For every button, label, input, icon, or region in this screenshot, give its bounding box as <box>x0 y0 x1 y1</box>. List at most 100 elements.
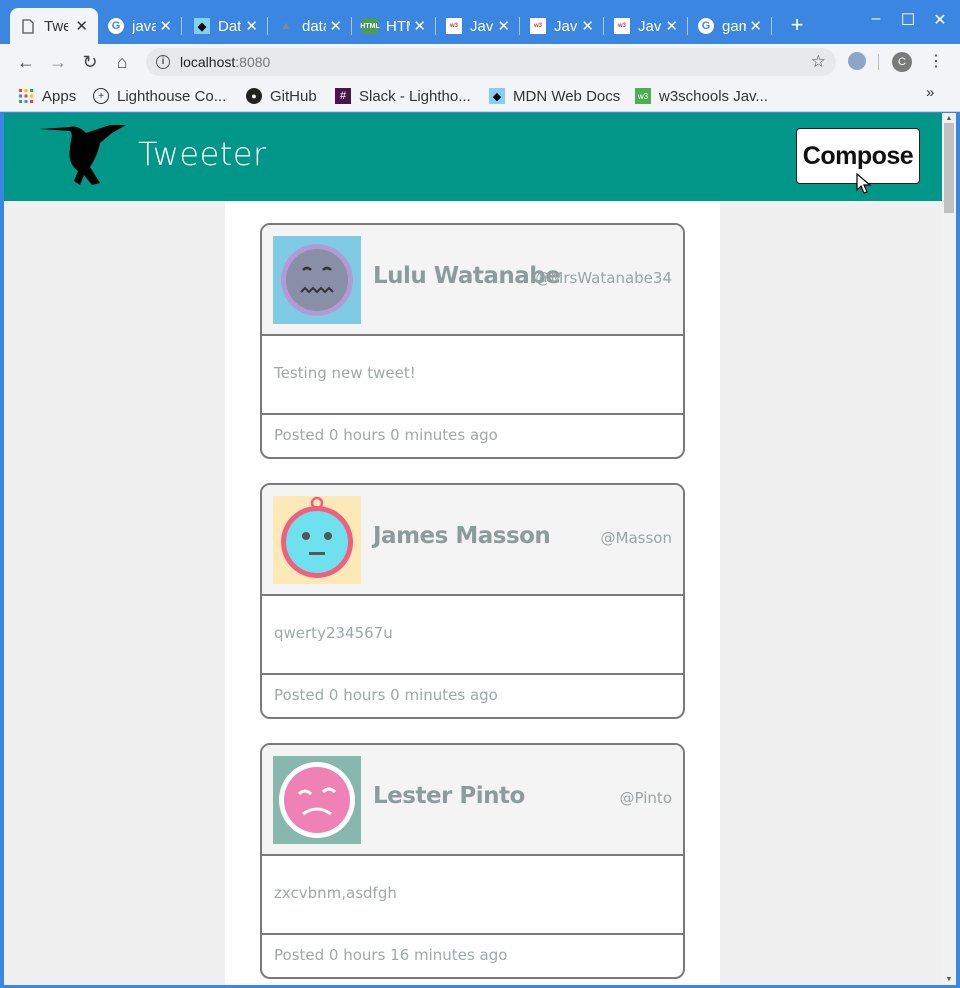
tweet-header: Lester Pinto @Pinto <box>262 745 683 856</box>
avatar <box>273 756 361 844</box>
tweet-handle: @Pinto <box>619 789 672 807</box>
home-icon[interactable]: ⌂ <box>110 50 134 74</box>
mdn-icon: ◆ <box>194 18 210 34</box>
tab-separator <box>181 17 182 35</box>
tab-title: Tweeter <box>44 17 68 35</box>
bookmark-github[interactable]: ● GitHub <box>246 85 317 107</box>
more-bookmarks-icon[interactable]: » <box>926 84 934 101</box>
google-icon: G <box>108 18 124 34</box>
minimize-icon[interactable]: – <box>866 10 886 28</box>
close-tab-icon[interactable]: ✕ <box>329 17 342 35</box>
page-icon <box>20 18 36 34</box>
page-scrollbar[interactable]: ▲ ▼ <box>942 113 956 985</box>
close-tab-icon[interactable]: ✕ <box>749 17 762 35</box>
maximize-icon[interactable]: ☐ <box>898 10 918 30</box>
back-arrow-icon[interactable]: ← <box>14 50 38 74</box>
apps-grid-icon <box>18 88 34 104</box>
close-tab-icon[interactable]: ✕ <box>665 17 678 35</box>
tab-title: JavaScript <box>554 17 578 35</box>
close-tab-icon[interactable]: ✕ <box>75 17 88 35</box>
tab-tweeter[interactable]: Tweeter ✕ <box>10 8 98 44</box>
tab-title: game <box>722 17 746 35</box>
reload-icon[interactable]: ↻ <box>78 50 102 74</box>
tweet-header: Lulu Watanabe @MrsWatanabe34 <box>262 225 683 336</box>
slack-icon: # <box>335 88 351 104</box>
bookmark-mdn[interactable]: ◆ MDN Web Docs <box>489 85 620 107</box>
app-header: Tweeter Compose <box>4 113 942 201</box>
mdn-icon: ◆ <box>489 88 505 104</box>
close-tab-icon[interactable]: ✕ <box>159 17 172 35</box>
new-tab-button[interactable]: + <box>786 12 808 38</box>
bookmark-lighthouse[interactable]: + Lighthouse Co... <box>93 85 226 107</box>
tab-title: Data <box>218 17 242 35</box>
tweet-author-name: James Masson <box>373 523 551 549</box>
tab-javascript-1[interactable]: w3 JavaScript ✕ <box>436 8 520 44</box>
bookmark-slack[interactable]: # Slack - Lightho... <box>335 85 471 107</box>
bookmark-star-icon[interactable]: ☆ <box>811 52 826 72</box>
tweet-timestamp: Posted 0 hours 0 minutes ago <box>274 686 498 704</box>
bookmark-apps[interactable]: Apps <box>18 85 76 107</box>
url-text: localhost:8080 <box>180 54 270 70</box>
tweet-author-name: Lulu Watanabe <box>373 263 561 289</box>
tweet-body: Testing new tweet! <box>262 336 683 415</box>
close-window-icon[interactable]: ✕ <box>930 10 950 30</box>
bookmark-label: MDN Web Docs <box>513 87 621 105</box>
tab-javascript-2[interactable]: w3 JavaScript ✕ <box>520 8 604 44</box>
close-tab-icon[interactable]: ✕ <box>413 17 426 35</box>
tweet-body: qwerty234567u <box>262 596 683 675</box>
bookmark-label: Lighthouse Co... <box>117 87 227 105</box>
tab-title: javascript <box>132 17 156 35</box>
tweet-footer: Posted 0 hours 16 minutes ago <box>262 935 683 977</box>
tweet-text: Testing new tweet! <box>274 364 416 382</box>
tab-javascript-3[interactable]: w3 JavaScript ✕ <box>604 8 688 44</box>
html-icon: HTML <box>360 18 380 34</box>
tweet-text: qwerty234567u <box>274 624 393 642</box>
tab-javascript-search[interactable]: G javascript ✕ <box>98 8 182 44</box>
bookmark-w3schools[interactable]: w3 w3schools Jav... <box>635 85 768 107</box>
google-icon: G <box>698 18 714 34</box>
tab-title: JavaScript <box>638 17 662 35</box>
w3schools-icon: w3 <box>614 18 630 34</box>
tweet-handle: @Masson <box>600 529 672 547</box>
w3schools-icon: w3 <box>635 88 651 104</box>
scroll-down-icon[interactable]: ▼ <box>942 976 956 983</box>
avatar <box>273 496 361 584</box>
tweet-footer: Posted 0 hours 0 minutes ago <box>262 415 683 457</box>
tab-html[interactable]: HTML HTML ✕ <box>352 8 436 44</box>
w3schools-icon: w3 <box>530 18 546 34</box>
tweet-header: James Masson @Masson <box>262 485 683 596</box>
mouse-cursor-icon <box>856 173 872 194</box>
tweet-footer: Posted 0 hours 0 minutes ago <box>262 675 683 717</box>
tweet-body: zxcvbnm,asdfgh <box>262 856 683 935</box>
tab-data-mdn[interactable]: ◆ Data ✕ <box>184 8 268 44</box>
bookmark-label: Apps <box>42 87 77 105</box>
tab-data-github[interactable]: ▲ data ✕ <box>268 8 352 44</box>
close-tab-icon[interactable]: ✕ <box>497 17 510 35</box>
close-tab-icon[interactable]: ✕ <box>581 17 594 35</box>
kebab-menu-icon[interactable]: ⋮ <box>928 51 944 73</box>
close-tab-icon[interactable]: ✕ <box>245 17 258 35</box>
page-viewport: Tweeter Compose Lulu Watanabe @MrsWatana… <box>4 113 942 985</box>
scroll-up-icon[interactable]: ▲ <box>942 115 956 122</box>
tab-title: JavaScript <box>470 17 494 35</box>
hummingbird-logo-icon <box>40 125 126 185</box>
tweet-card: James Masson @Masson qwerty234567u Poste… <box>260 483 685 719</box>
bookmarks-bar: Apps + Lighthouse Co... ● GitHub # Slack… <box>0 80 960 112</box>
tab-game-search[interactable]: G game ✕ <box>688 8 772 44</box>
toolbar-divider <box>878 54 879 70</box>
tweet-author-name: Lester Pinto <box>373 783 525 809</box>
scrollbar-thumb[interactable] <box>944 123 954 213</box>
address-bar[interactable]: i localhost:8080 ☆ <box>146 48 836 76</box>
url-host: localhost <box>180 54 236 70</box>
profile-avatar[interactable]: C <box>892 52 912 72</box>
extension-icon[interactable] <box>848 52 866 70</box>
tweets-container: Lulu Watanabe @MrsWatanabe34 Testing new… <box>225 201 720 985</box>
avatar <box>273 236 361 324</box>
bookmark-label: w3schools Jav... <box>659 87 768 105</box>
info-icon[interactable]: i <box>156 55 170 69</box>
forward-arrow-icon[interactable]: → <box>46 50 70 74</box>
tab-separator <box>771 17 772 35</box>
tweet-timestamp: Posted 0 hours 16 minutes ago <box>274 946 508 964</box>
github-icon: ▲ <box>280 20 292 32</box>
tweet-handle: @MrsWatanabe34 <box>535 269 672 287</box>
